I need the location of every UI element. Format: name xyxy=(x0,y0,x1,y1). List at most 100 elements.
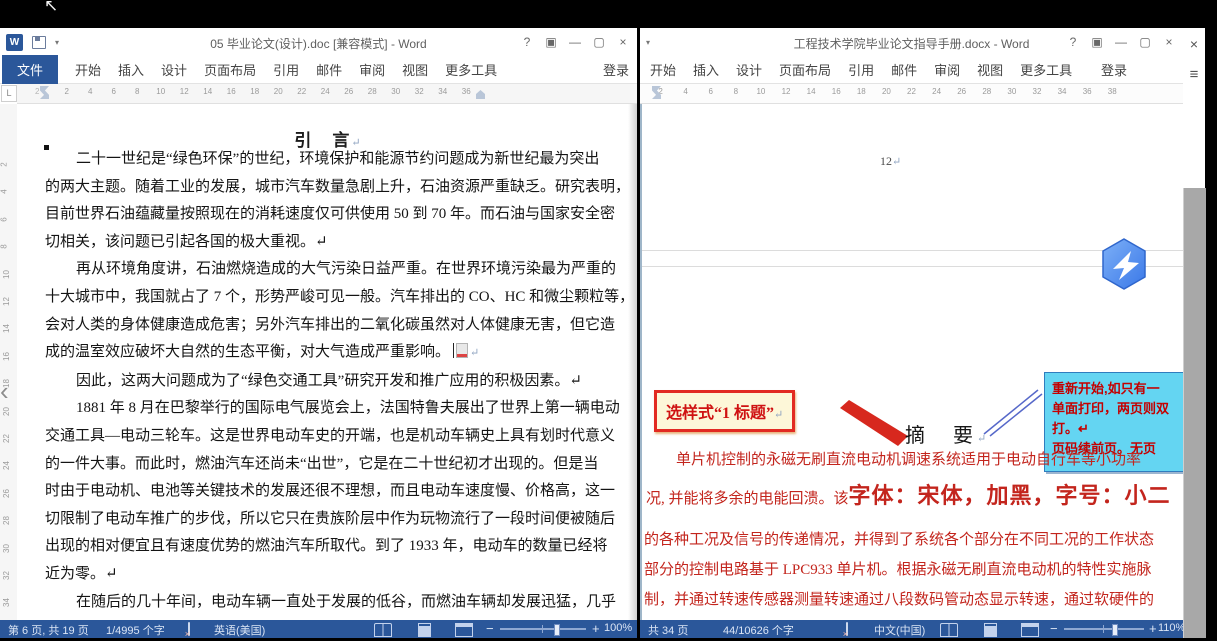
ribbon-tab[interactable]: 视图 xyxy=(402,60,428,79)
page-indicator[interactable]: 共 34 页 xyxy=(648,622,688,638)
ruler-number: 34 xyxy=(2,598,11,607)
zoom-slider-track[interactable] xyxy=(1064,628,1144,630)
zoom-slider-thumb[interactable] xyxy=(1112,624,1118,636)
ribbon-tab[interactable]: 设计 xyxy=(736,60,762,79)
spellcheck-icon[interactable] xyxy=(188,622,190,636)
document-text-line: 再从环境角度讲，石油燃烧造成的大气污染日益严重。在世界环境污染最为严重的↵ xyxy=(45,256,629,284)
read-mode-button[interactable] xyxy=(374,623,392,637)
ribbon-tab[interactable]: 插入 xyxy=(693,60,719,79)
document-text-line: 1881 年 8 月在巴黎举行的国际电气展览会上，法国特鲁夫展出了世界上第一辆电… xyxy=(45,395,629,423)
ribbon-tab[interactable]: 引用 xyxy=(273,60,299,79)
xunlei-bird-icon[interactable] xyxy=(1100,238,1148,290)
horizontal-ruler: 2468101214161820222426283032343638 xyxy=(640,84,1183,104)
restore-button[interactable]: ▢ xyxy=(587,28,611,56)
document-canvas[interactable]: 引 言↵ 二十一世纪是“绿色环保”的世纪，环境保护和能源节约问题成为新世纪最为突… xyxy=(17,104,637,620)
language-indicator[interactable]: 英语(美国) xyxy=(214,622,265,638)
ribbon-tab[interactable]: 更多工具 xyxy=(445,60,497,79)
zoom-slider-thumb[interactable] xyxy=(554,624,560,636)
left-word-window: W ▾ 05 毕业论文(设计).doc [兼容模式] - Word ? ▣ — … xyxy=(0,28,637,638)
sign-in-link[interactable]: 登录 xyxy=(1101,60,1127,79)
zoom-slider-track[interactable] xyxy=(500,628,586,630)
print-layout-button[interactable] xyxy=(418,623,431,637)
close-button[interactable]: × xyxy=(611,28,635,56)
abstract-heading: 摘 要↵ xyxy=(905,419,990,448)
tab-stop-selector[interactable]: L xyxy=(1,85,17,102)
zoom-in-button[interactable]: + xyxy=(1149,621,1157,636)
ruler-number: 22 xyxy=(899,87,924,96)
red-text-line: 单片机控制的永磁无刷直流电动机调速系统适用于电动自行车等小功率 xyxy=(676,448,1141,469)
document-text-line: 目前世界石油蕴藏量按照现在的消耗速度仅可供使用 50 到 70 年。而石油与国家… xyxy=(45,201,629,229)
ribbon-tab[interactable]: 引用 xyxy=(848,60,874,79)
callout-line: 打。↵ xyxy=(1052,419,1183,439)
language-indicator[interactable]: 中文(中国) xyxy=(874,622,925,638)
ribbon-tab[interactable]: 插入 xyxy=(118,60,144,79)
ribbon-tab[interactable]: 更多工具 xyxy=(1020,60,1072,79)
ribbon-tab[interactable]: 设计 xyxy=(161,60,187,79)
text-caret xyxy=(453,343,454,358)
left-title-bar[interactable]: W ▾ 05 毕业论文(设计).doc [兼容模式] - Word ? ▣ — … xyxy=(0,28,637,56)
document-text-line: 的一件大事。而此时，燃油汽车还尚未“出世”，它是在二十世纪初才出现的。但是当↵ xyxy=(45,451,629,479)
page-previous-overlay-icon[interactable]: ‹ xyxy=(0,380,9,402)
spellcheck-icon[interactable] xyxy=(846,622,848,636)
ruler-number: 26 xyxy=(337,87,361,96)
document-text-line: 成的温室效应破坏大自然的生态平衡，对大气造成严重影响。↵ xyxy=(45,339,629,368)
web-layout-button[interactable] xyxy=(455,623,473,637)
zoom-slider-tick xyxy=(542,625,543,633)
close-icon[interactable]: × xyxy=(1183,36,1205,52)
document-text-line: 出现的相对便宜且有速度优势的燃油汽车所取代。到了 1933 年，电动车的数量已经… xyxy=(45,533,629,561)
ruler-number: 12 xyxy=(773,87,798,96)
ribbon-tab[interactable]: 视图 xyxy=(977,60,1003,79)
zoom-in-button[interactable]: + xyxy=(592,621,600,636)
ribbon-tab[interactable]: 页面布局 xyxy=(779,60,831,79)
zoom-level[interactable]: 110% xyxy=(1158,622,1183,634)
ruler-number: 30 xyxy=(384,87,408,96)
zoom-out-button[interactable]: − xyxy=(1050,621,1058,636)
word-count[interactable]: 44/10626 个字 xyxy=(723,622,794,638)
right-title-bar[interactable]: ▾ 工程技术学院毕业论文指导手册.docx - Word ? ▣ — ▢ × xyxy=(640,28,1183,56)
read-mode-button[interactable] xyxy=(940,623,958,637)
ruler-number: 24 xyxy=(2,461,11,470)
ribbon-options-button[interactable]: ▣ xyxy=(1085,28,1109,56)
red-text-line: 况, 并能将多余的电能回溃。该字体：宋体，加黑，字号：小二 xyxy=(646,478,1171,510)
document-text-line: 在随后的几十年间，电动车辆一直处于发展的低谷，而燃油车辆却发展迅猛，几乎↵ xyxy=(45,589,629,617)
menu-icon[interactable]: ≡ xyxy=(1183,66,1205,83)
ruler-number: 12 xyxy=(2,297,11,306)
vertical-ruler: 246810121416182022242628303234 xyxy=(0,104,18,620)
zoom-out-button[interactable]: − xyxy=(486,621,494,636)
ribbon-tab[interactable]: 开始 xyxy=(75,60,101,79)
scrollbar-track[interactable] xyxy=(1183,188,1206,638)
help-button[interactable]: ? xyxy=(515,28,539,56)
minimize-button[interactable]: — xyxy=(563,28,587,56)
word-count[interactable]: 1/4995 个字 xyxy=(106,622,165,638)
tab-file[interactable]: 文件 xyxy=(2,55,58,84)
ruler-number: 2 xyxy=(35,87,39,96)
ribbon-tab[interactable]: 审阅 xyxy=(359,60,385,79)
document-canvas[interactable]: 12↵ 选样式“1 标题”↵ 摘 要↵ xyxy=(640,104,1183,620)
sign-in-link[interactable]: 登录 xyxy=(603,60,629,79)
print-layout-button[interactable] xyxy=(984,623,997,637)
ribbon-tab[interactable]: 开始 xyxy=(650,60,676,79)
ribbon-tab[interactable]: 邮件 xyxy=(316,60,342,79)
minimize-button[interactable]: — xyxy=(1109,28,1133,56)
style-tip-box[interactable]: 选样式“1 标题”↵ xyxy=(654,390,795,432)
ribbon-tab[interactable]: 页面布局 xyxy=(204,60,256,79)
callout-line: 重新开始,如只有一 xyxy=(1052,379,1183,399)
page-indicator[interactable]: 第 6 页, 共 19 页 xyxy=(8,622,89,638)
document-text-line: 切限制了电动车推广的步伐，所以它只在贵族阶层中作为玩物流行了一段时间便被随后↵ xyxy=(45,506,629,534)
document-text-line: 会对人类的身体健康造成危害；另外汽车排出的二氧化碳虽然对人体健康无害，但它造↵ xyxy=(45,312,629,340)
help-button[interactable]: ? xyxy=(1061,28,1085,56)
ruler-number: 14 xyxy=(196,87,220,96)
window-shadow xyxy=(628,104,637,620)
ruler-number: 28 xyxy=(361,87,385,96)
ribbon-tab[interactable]: 邮件 xyxy=(891,60,917,79)
zoom-level[interactable]: 100% xyxy=(604,622,632,634)
revision-mark-icon[interactable] xyxy=(456,343,468,358)
restore-button[interactable]: ▢ xyxy=(1133,28,1157,56)
close-button[interactable]: × xyxy=(1157,28,1181,56)
window-controls: ? ▣ — ▢ × xyxy=(1061,28,1181,56)
ribbon-tab[interactable]: 审阅 xyxy=(934,60,960,79)
ribbon-options-button[interactable]: ▣ xyxy=(539,28,563,56)
ruler-number: 32 xyxy=(2,571,11,580)
red-text-line: 制，并通过转速传感器测量转速通过八段数码管动态显示转速，通过软硬件的 xyxy=(644,588,1154,609)
web-layout-button[interactable] xyxy=(1021,623,1039,637)
